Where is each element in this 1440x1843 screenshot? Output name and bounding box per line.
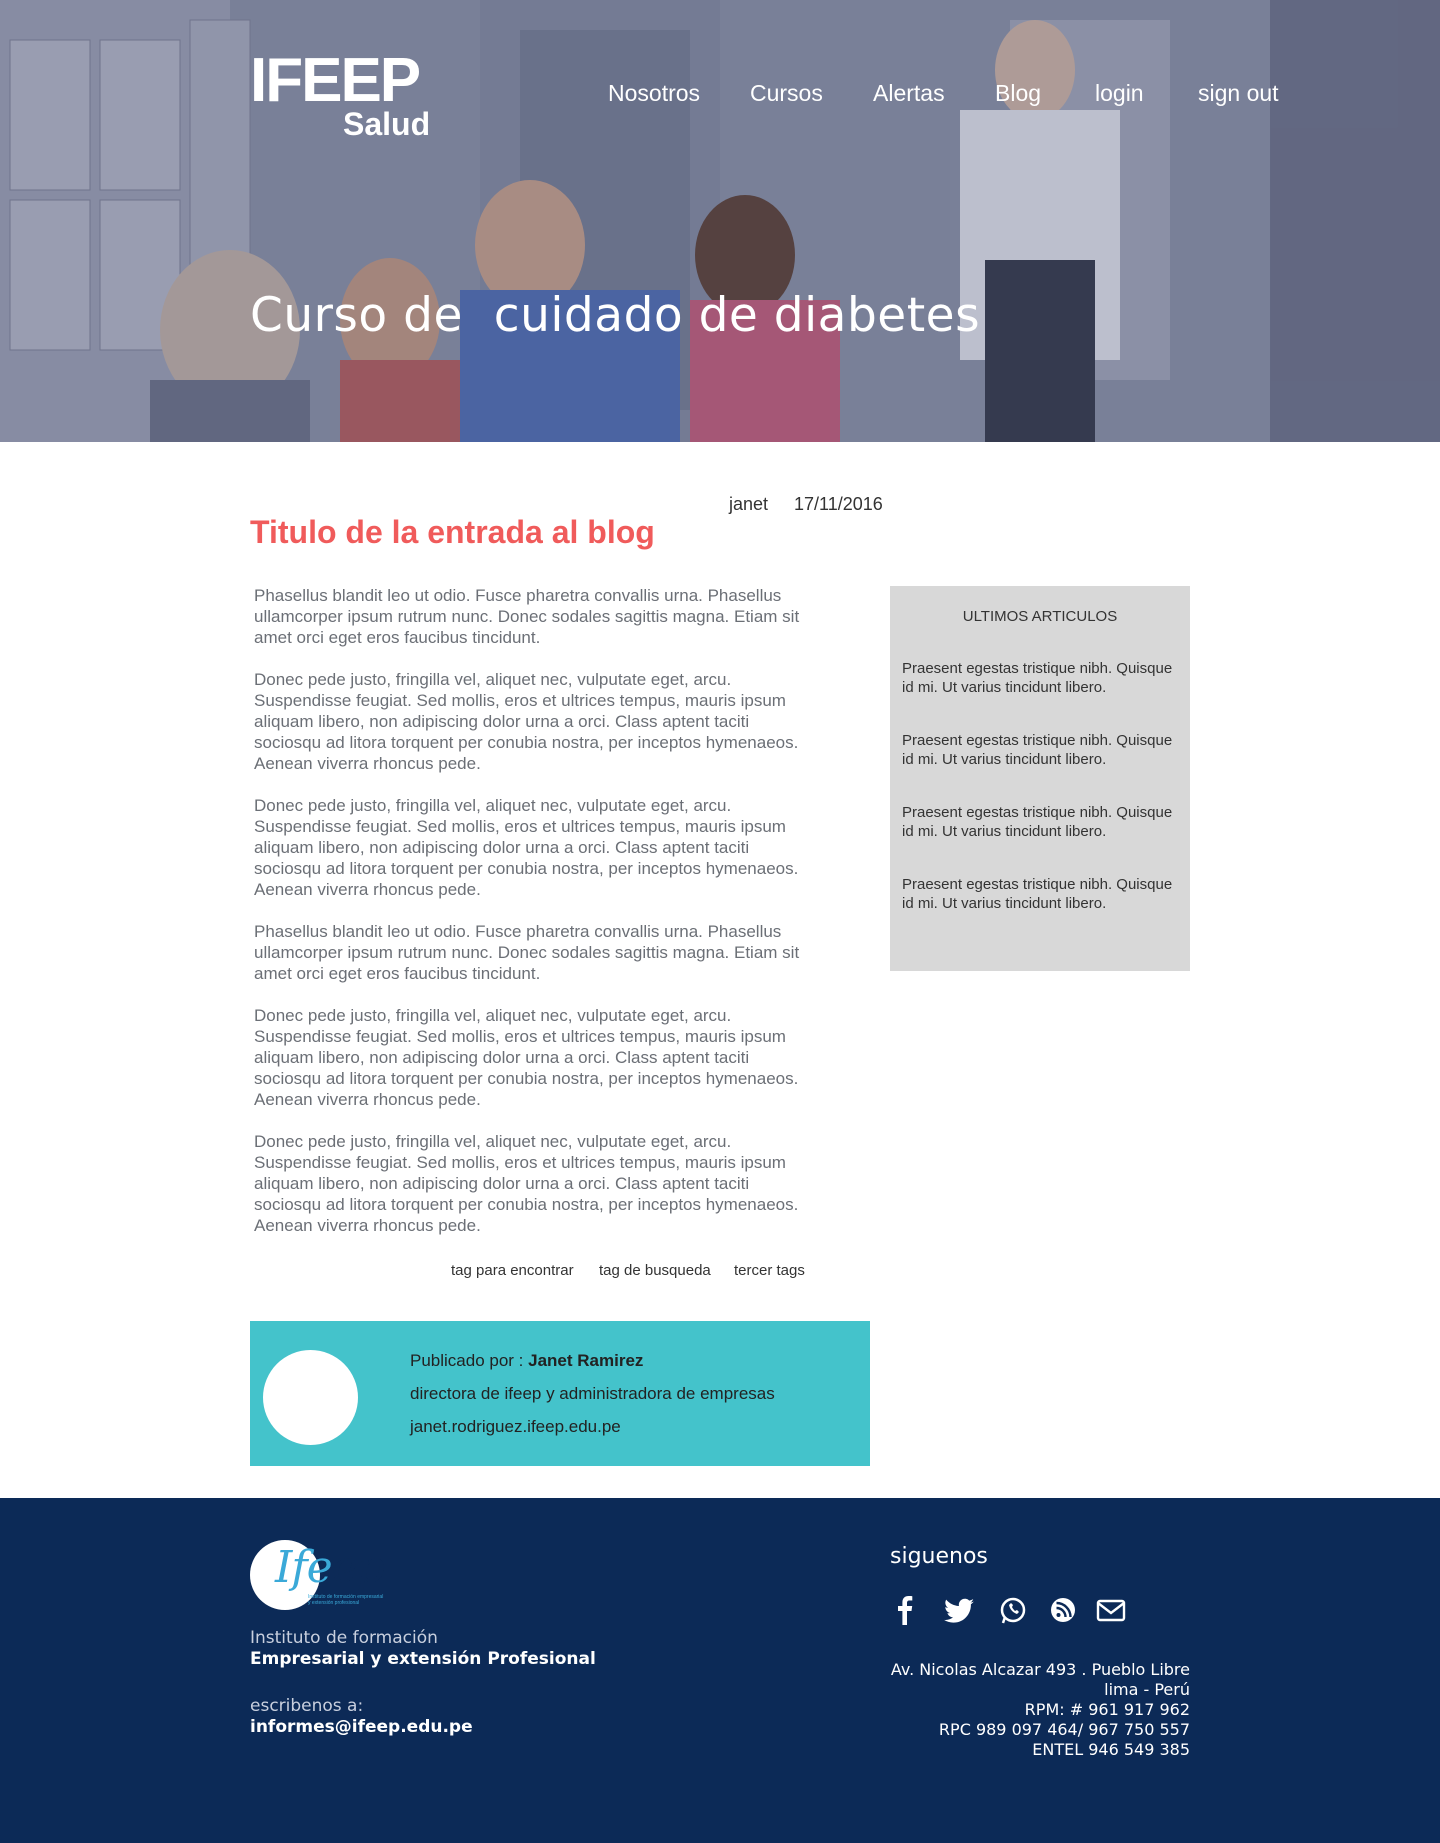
post-paragraph: Donec pede justo, fringilla vel, aliquet… [254, 1006, 799, 1109]
latest-articles-sidebar: ULTIMOS ARTICULOS Praesent egestas trist… [890, 586, 1190, 971]
tag-link[interactable]: tercer tags [734, 1262, 805, 1279]
sidebar-article-link[interactable]: Praesent egestas tristique nibh. Quisque… [902, 875, 1187, 913]
post-body: Phasellus blandit leo ut odio. Fusce pha… [254, 585, 814, 1257]
hero-title: Curso de cuidado de diabetes [250, 288, 981, 343]
mail-icon[interactable] [1095, 1594, 1127, 1626]
nav-cursos[interactable]: Cursos [750, 80, 823, 107]
hero-banner: IFEEP Salud Nosotros Cursos Alertas Blog… [0, 0, 1440, 442]
author-published-line: Publicado por : Janet Ramirez [410, 1351, 643, 1371]
logo-sub: Salud [343, 106, 431, 142]
author-role: directora de ifeep y administradora de e… [410, 1384, 775, 1403]
post-tags: tag para encontrar tag de busqueda terce… [0, 1262, 1440, 1282]
published-by-label: Publicado por : [410, 1351, 529, 1370]
facebook-icon[interactable] [890, 1594, 920, 1626]
author-box: Publicado por : Janet Ramirez directora … [250, 1321, 870, 1466]
social-links [890, 1594, 1190, 1630]
nav-sign-out[interactable]: sign out [1198, 80, 1279, 107]
sidebar-article-link[interactable]: Praesent egestas tristique nibh. Quisque… [902, 803, 1187, 841]
author-email[interactable]: janet.rodriguez.ifeep.edu.pe [410, 1417, 621, 1437]
contact-address: Av. Nicolas Alcazar 493 . Pueblo Libre l… [891, 1660, 1190, 1760]
nav-nosotros[interactable]: Nosotros [608, 80, 700, 107]
contact-email[interactable]: informes@ifeep.edu.pe [250, 1717, 473, 1737]
phone-line: ENTEL 946 549 385 [1032, 1740, 1190, 1759]
avatar [263, 1350, 358, 1445]
post-paragraph: Donec pede justo, fringilla vel, aliquet… [254, 796, 799, 899]
rss-icon[interactable] [1048, 1594, 1078, 1626]
write-us-label: escribenos a: [250, 1696, 364, 1716]
phone-line: RPC 989 097 464/ 967 750 557 [938, 1720, 1190, 1739]
address-line: lima - Perú [1104, 1680, 1190, 1699]
sidebar-article-link[interactable]: Praesent egestas tristique nibh. Quisque… [902, 659, 1187, 697]
post-paragraph: Donec pede justo, fringilla vel, aliquet… [254, 1132, 799, 1235]
main-nav: Nosotros Cursos Alertas Blog login sign … [0, 80, 1440, 110]
whatsapp-icon[interactable] [998, 1594, 1028, 1626]
footer-logo-wordmark: Ifeep [275, 1542, 385, 1593]
nav-alertas[interactable]: Alertas [873, 80, 945, 107]
sidebar-title: ULTIMOS ARTICULOS [962, 608, 1118, 625]
post-author[interactable]: janet [729, 494, 768, 515]
tag-link[interactable]: tag para encontrar [451, 1262, 574, 1279]
phone-line: RPM: # 961 917 962 [1024, 1700, 1190, 1719]
footer-logo[interactable]: Ifeep Instituto de formación empresarial… [250, 1540, 385, 1612]
tag-link[interactable]: tag de busqueda [599, 1262, 711, 1279]
address-line: Av. Nicolas Alcazar 493 . Pueblo Libre [890, 1660, 1190, 1679]
follow-label: siguenos [890, 1544, 988, 1569]
hero-overlay [0, 0, 1440, 442]
post-paragraph: Phasellus blandit leo ut odio. Fusce pha… [254, 922, 800, 983]
nav-login[interactable]: login [1095, 80, 1144, 107]
institute-line-2: Empresarial y extensión Profesional [250, 1649, 596, 1669]
post-title: Titulo de la entrada al blog [250, 514, 655, 550]
post-paragraph: Donec pede justo, fringilla vel, aliquet… [254, 670, 799, 773]
author-name[interactable]: Janet Ramirez [528, 1351, 643, 1370]
sidebar-article-link[interactable]: Praesent egestas tristique nibh. Quisque… [902, 731, 1187, 769]
post-paragraph: Phasellus blandit leo ut odio. Fusce pha… [254, 586, 800, 647]
post-date: 17/11/2016 [794, 494, 883, 514]
institute-line-1: Instituto de formación [250, 1628, 438, 1648]
footer-logo-tagline: Instituto de formación empresarial y ext… [308, 1594, 384, 1606]
footer: Ifeep Instituto de formación empresarial… [0, 1498, 1440, 1843]
nav-blog[interactable]: Blog [995, 80, 1041, 107]
twitter-icon[interactable] [942, 1594, 976, 1626]
